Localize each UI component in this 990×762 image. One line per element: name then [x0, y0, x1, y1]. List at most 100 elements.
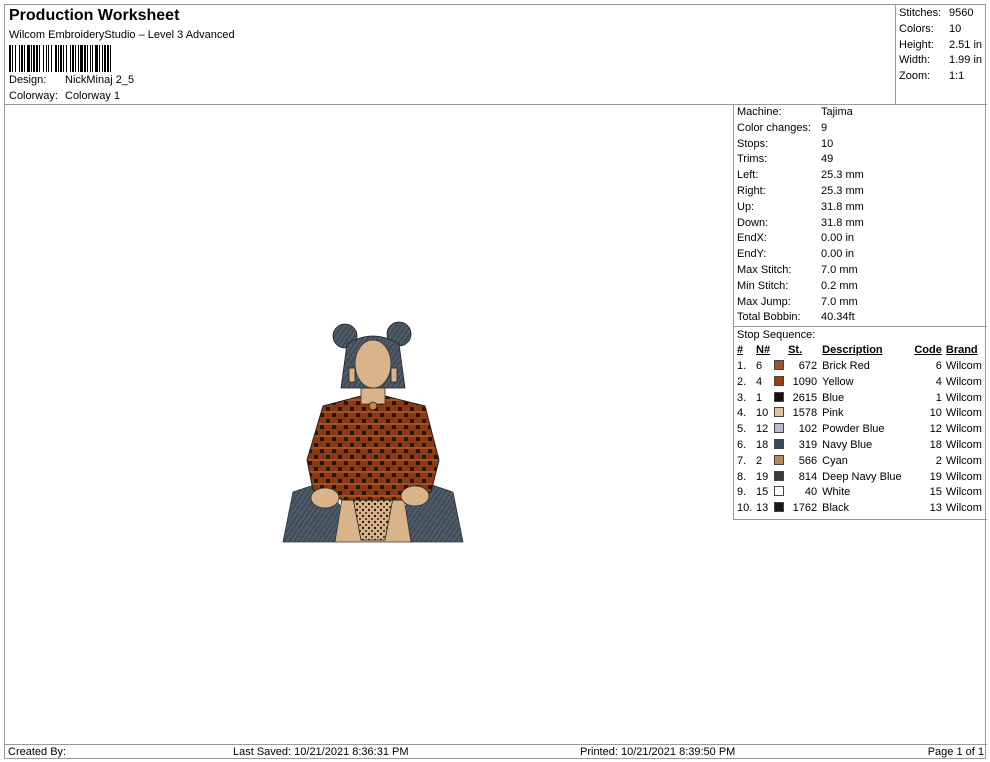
parameter-label: Trims:: [737, 153, 768, 166]
worksheet-footer: Created By: Last Saved: 10/21/2021 8:36:…: [5, 744, 987, 760]
row-description: Navy Blue: [822, 438, 873, 451]
colorway-value: Colorway 1: [65, 90, 121, 102]
parameter-row: EndY: 0.00 in: [737, 247, 987, 263]
parameter-label: Up:: [737, 200, 755, 213]
row-description: Cyan: [822, 454, 848, 467]
row-description: Deep Navy Blue: [822, 470, 902, 483]
col-swatch: [774, 343, 788, 359]
row-index: 5.: [737, 423, 747, 436]
color-swatch: [774, 407, 785, 418]
row-swatch-cell: [774, 454, 788, 470]
row-stitches: 1090: [792, 375, 818, 388]
summary-row: Colors: 10: [899, 22, 962, 35]
parameter-label: Total Bobbin:: [737, 311, 801, 324]
row-stitches: 566: [798, 454, 818, 467]
summary-row: Zoom: 1:1: [899, 70, 965, 83]
parameter-label: EndY:: [737, 248, 767, 261]
parameter-label: Down:: [737, 216, 769, 229]
parameter-row: EndX: 0.00 in: [737, 231, 987, 247]
row-brand: Wilcom: [945, 486, 982, 499]
table-header-row: # N# St. Description Code Brand: [734, 343, 986, 359]
row-code: 19: [929, 470, 942, 483]
parameter-value: 25.3 mm: [821, 169, 864, 182]
row-stitches: 814: [798, 470, 818, 483]
table-row: 2. 4 1090 Yellow 4 Wilcom: [734, 375, 986, 391]
color-swatch: [774, 470, 785, 481]
summary-panel: Stitches: 9560 Colors: 10 Height: 2.51 in W…: [895, 5, 987, 105]
row-swatch-cell: [774, 391, 788, 407]
row-brand: Wilcom: [945, 454, 982, 467]
parameter-row: Max Stitch: 7.0 mm: [737, 263, 987, 279]
parameter-row: Down: 31.8 mm: [737, 216, 987, 232]
row-brand: Wilcom: [945, 375, 982, 388]
summary-row: Width: 1.99 in: [899, 54, 983, 67]
page-number: Page 1 of 1: [927, 746, 984, 758]
stop-sequence-table: # N# St. Description Code Brand 1. 6 672 Br…: [734, 343, 986, 517]
parameter-value: 7.0 mm: [821, 263, 858, 276]
row-code: 10: [929, 407, 942, 420]
row-brand: Wilcom: [945, 438, 982, 451]
row-code: 1: [935, 391, 942, 404]
col-description: Description: [822, 344, 883, 357]
barcode: [9, 45, 201, 72]
parameter-row: Left: 25.3 mm: [737, 168, 987, 184]
row-index: 8.: [737, 470, 747, 483]
table-row: 10. 13 1762 Black 13 Wilcom: [734, 501, 986, 517]
row-index: 6.: [737, 438, 747, 451]
row-brand: Wilcom: [945, 359, 982, 372]
row-swatch-cell: [774, 359, 788, 375]
parameter-label: Left:: [737, 169, 759, 182]
row-needle: 1: [756, 391, 763, 404]
earring-left: [348, 367, 356, 383]
row-index: 1.: [737, 359, 747, 372]
summary-row: Stitches: 9560: [899, 7, 974, 19]
parameter-label: EndX:: [737, 232, 767, 245]
col-brand: Brand: [945, 344, 978, 357]
parameter-value: 0.00 in: [821, 248, 855, 261]
parameter-label: Max Stitch:: [737, 263, 792, 276]
row-index: 10.: [737, 502, 753, 515]
col-index: #: [737, 344, 744, 357]
row-description: Blue: [822, 391, 845, 404]
parameter-row: Color changes: 9: [737, 121, 987, 137]
parameter-label: Machine:: [737, 106, 782, 118]
page-title: Production Worksheet: [9, 7, 180, 24]
row-brand: Wilcom: [945, 391, 982, 404]
row-index: 9.: [737, 486, 747, 499]
row-swatch-cell: [774, 485, 788, 501]
row-needle: 12: [756, 423, 769, 436]
created-by: Created By:: [8, 746, 67, 758]
earring-right: [390, 367, 398, 383]
table-row: 6. 18 319 Navy Blue 18 Wilcom: [734, 438, 986, 454]
parameter-value: 9: [821, 121, 828, 134]
parameter-value: 31.8 mm: [821, 200, 864, 213]
parameter-row: Max Jump: 7.0 mm: [737, 295, 987, 311]
row-description: Powder Blue: [822, 423, 885, 436]
row-index: 4.: [737, 407, 747, 420]
design-value: NickMinaj 2_5: [65, 74, 135, 86]
row-needle: 2: [756, 454, 763, 467]
pendant: [368, 401, 378, 411]
parameter-value: 0.00 in: [821, 232, 855, 245]
row-code: 12: [929, 423, 942, 436]
row-code: 13: [929, 502, 942, 515]
row-brand: Wilcom: [945, 502, 982, 515]
parameter-value: Tajima: [821, 106, 853, 118]
color-swatch: [774, 454, 785, 465]
table-row: 1. 6 672 Brick Red 6 Wilcom: [734, 359, 986, 375]
row-description: Black: [822, 502, 850, 515]
row-swatch-cell: [774, 438, 788, 454]
row-code: 2: [935, 454, 942, 467]
row-needle: 19: [756, 470, 769, 483]
row-needle: 4: [756, 375, 763, 388]
parameter-label: Color changes:: [737, 121, 811, 134]
parameter-value: 49: [821, 153, 834, 166]
face: [354, 339, 392, 389]
parameter-value: 31.8 mm: [821, 216, 864, 229]
table-row: 4. 10 1578 Pink 10 Wilcom: [734, 406, 986, 422]
col-stitches: St.: [788, 344, 803, 357]
row-swatch-cell: [774, 501, 788, 517]
parameter-value: 25.3 mm: [821, 184, 864, 197]
right-hand: [400, 485, 430, 507]
left-hand: [310, 487, 340, 509]
